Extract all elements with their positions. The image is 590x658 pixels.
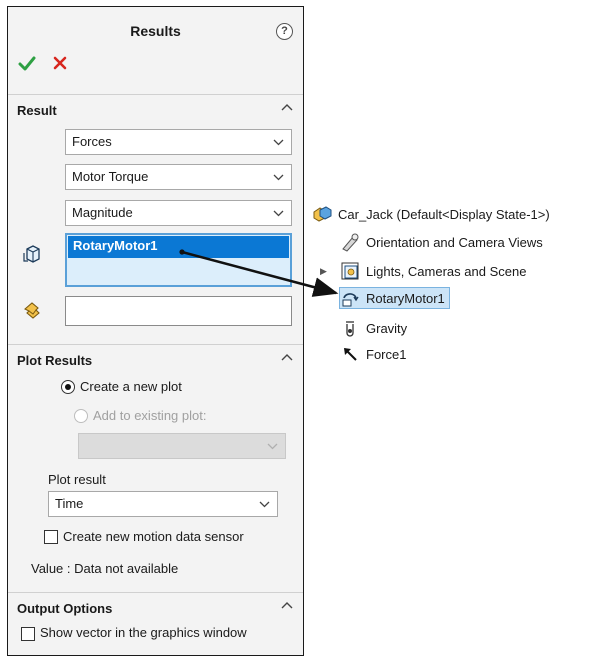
tree-item-label: Force1 <box>366 346 407 362</box>
tree-item-gravity[interactable]: Gravity <box>340 317 407 339</box>
existing-plot-select[interactable] <box>78 433 286 459</box>
value-status-text: Value : Data not available <box>31 561 179 576</box>
chevron-down-icon <box>273 139 284 146</box>
result-category-value: Forces <box>72 134 112 149</box>
tree-item-label: Lights, Cameras and Scene <box>366 263 527 279</box>
plot-result-value: Time <box>55 496 84 511</box>
plot-results-section-header[interactable]: Plot Results <box>8 344 303 370</box>
result-component-select[interactable]: Magnitude <box>65 200 292 226</box>
expand-triangle-icon[interactable]: ▶ <box>320 266 327 277</box>
component-selection-icon <box>23 245 40 263</box>
reference-component-icon <box>24 302 40 319</box>
panel-header: Results ? <box>8 7 303 47</box>
selection-list-box[interactable]: RotaryMotor1 <box>65 233 292 287</box>
chevron-down-icon <box>259 501 270 508</box>
create-new-plot-radio[interactable] <box>61 380 75 394</box>
camera-icon <box>340 232 360 252</box>
collapse-caret-icon[interactable] <box>281 103 293 111</box>
chevron-down-icon <box>267 443 278 450</box>
chevron-down-icon <box>273 210 284 217</box>
tree-root-label: Car_Jack (Default<Display State-1>) <box>338 206 550 222</box>
collapse-caret-icon[interactable] <box>281 353 293 361</box>
plot-result-label: Plot result <box>48 472 106 487</box>
result-category-select[interactable]: Forces <box>65 129 292 155</box>
lights-icon <box>340 261 360 281</box>
result-subcategory-value: Motor Torque <box>72 169 149 184</box>
output-options-label: Output Options <box>17 601 113 616</box>
output-options-section-header[interactable]: Output Options <box>8 592 303 618</box>
assembly-icon <box>312 204 332 224</box>
result-subcategory-select[interactable]: Motor Torque <box>65 164 292 190</box>
results-property-manager: Results ? Result Forces Motor Torque Mag… <box>7 6 304 656</box>
ok-checkmark-icon[interactable] <box>18 56 36 72</box>
show-vector-checkbox[interactable] <box>21 627 35 641</box>
show-vector-label: Show vector in the graphics window <box>40 625 247 640</box>
create-sensor-checkbox[interactable] <box>44 530 58 544</box>
result-section-label: Result <box>17 103 57 118</box>
collapse-caret-icon[interactable] <box>281 601 293 609</box>
plot-results-label: Plot Results <box>17 353 93 368</box>
feature-tree: Car_Jack (Default<Display State-1>) Orie… <box>312 203 590 383</box>
tree-root-assembly[interactable]: Car_Jack (Default<Display State-1>) <box>312 203 550 225</box>
tree-item-lights[interactable]: Lights, Cameras and Scene <box>340 260 526 282</box>
plot-result-select[interactable]: Time <box>48 491 278 517</box>
tree-item-orientation[interactable]: Orientation and Camera Views <box>340 231 543 253</box>
reference-component-field[interactable] <box>65 296 292 326</box>
gravity-icon <box>340 318 360 338</box>
force-arrow-icon <box>340 344 360 364</box>
panel-title: Results <box>130 23 181 39</box>
tree-item-label: Orientation and Camera Views <box>366 234 543 250</box>
add-existing-plot-label: Add to existing plot: <box>93 408 207 423</box>
create-sensor-label: Create new motion data sensor <box>63 529 244 544</box>
rotary-motor-icon <box>340 288 360 308</box>
tree-item-label: Gravity <box>366 320 408 336</box>
selected-entity-item[interactable]: RotaryMotor1 <box>68 236 289 258</box>
help-icon[interactable]: ? <box>276 23 293 40</box>
result-section-header[interactable]: Result <box>8 94 303 120</box>
tree-item-force[interactable]: Force1 <box>340 343 406 365</box>
tree-item-rotary-motor[interactable]: RotaryMotor1 <box>339 287 450 309</box>
add-existing-plot-radio[interactable] <box>74 409 88 423</box>
chevron-down-icon <box>273 174 284 181</box>
tree-item-label: RotaryMotor1 <box>366 290 445 306</box>
cancel-x-icon[interactable] <box>52 55 68 71</box>
result-component-value: Magnitude <box>72 205 133 220</box>
create-new-plot-label: Create a new plot <box>80 379 182 394</box>
